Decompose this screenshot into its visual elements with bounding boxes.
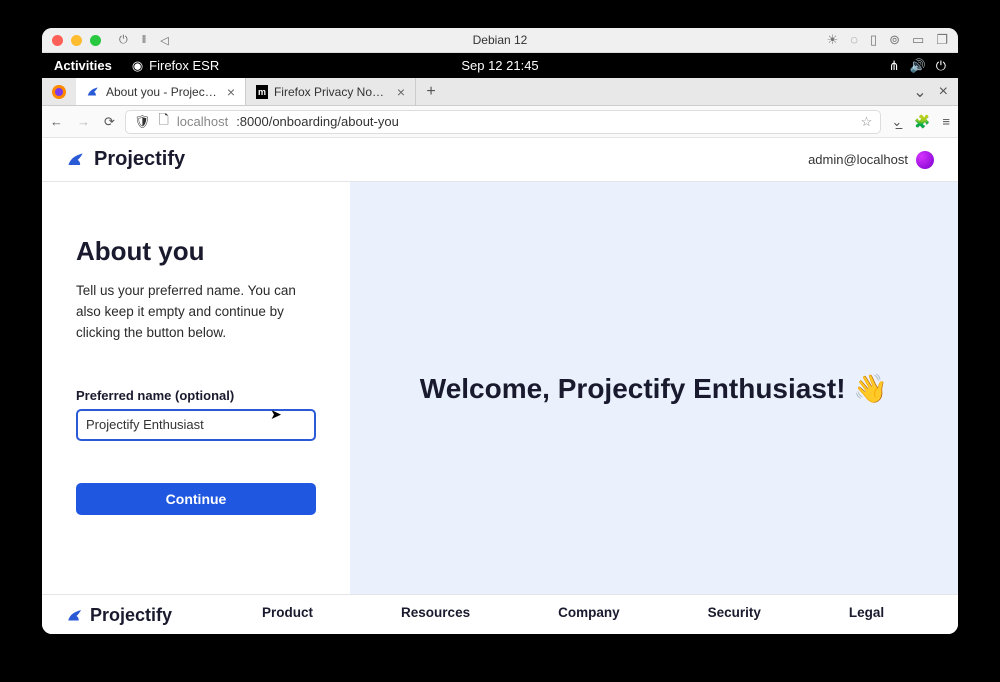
footer-brand-name: Projectify — [90, 605, 172, 626]
app-header: Projectify admin@localhost — [42, 138, 958, 182]
preferred-name-input[interactable] — [76, 409, 316, 441]
browser-tab-strip: About you - Projectify × m Firefox Priva… — [42, 78, 958, 106]
windows-icon: ❐ — [936, 32, 948, 48]
brand-logo[interactable]: Projectify — [66, 148, 185, 171]
url-host: localhost — [177, 114, 228, 129]
footer-link-legal[interactable]: Legal — [849, 605, 884, 620]
back-nav-icon: ◁ — [160, 34, 168, 47]
window-title-bar: ⏻ ‖ ◁ Debian 12 ☀ ◌ ▯ ⊚ ▭ ❐ — [42, 28, 958, 53]
footer-link-resources[interactable]: Resources — [401, 605, 470, 620]
app-icon: ⊚ — [889, 32, 900, 48]
extensions-icon[interactable]: 🧩 — [914, 114, 930, 130]
firefox-app-icon — [42, 78, 76, 105]
tab-label: Firefox Privacy Notice — — [274, 85, 387, 99]
avatar — [916, 151, 934, 169]
tab-about-you[interactable]: About you - Projectify × — [76, 78, 246, 105]
bookmark-star-icon[interactable]: ☆ — [861, 114, 873, 130]
mozilla-favicon-icon: m — [256, 85, 268, 99]
new-tab-button[interactable]: + — [416, 78, 446, 105]
footer-link-product[interactable]: Product — [262, 605, 313, 620]
bird-logo-icon — [66, 607, 84, 625]
clock-label[interactable]: Sep 12 21:45 — [461, 58, 538, 73]
bird-favicon-icon — [86, 85, 100, 99]
brand-name: Projectify — [94, 148, 185, 171]
welcome-heading: Welcome, Projectify Enthusiast! 👋 — [420, 372, 888, 405]
window-close-icon[interactable] — [52, 35, 63, 46]
folder-icon: ▭ — [912, 32, 924, 48]
pause-icon: ‖ — [142, 34, 147, 46]
footer-link-security[interactable]: Security — [708, 605, 761, 620]
activities-button[interactable]: Activities — [54, 58, 112, 73]
onboarding-form-panel: About you Tell us your preferred name. Y… — [42, 182, 350, 594]
window-minimize-icon[interactable] — [71, 35, 82, 46]
user-menu[interactable]: admin@localhost — [808, 151, 934, 169]
tabs-dropdown-icon[interactable]: ⌄ — [913, 82, 926, 102]
brightness-icon: ☀ — [827, 32, 839, 48]
tab-firefox-privacy[interactable]: m Firefox Privacy Notice — × — [246, 78, 416, 105]
browser-toolbar: ← → ⟳ 🛡 🗋 localhost :8000/onboarding/abou… — [42, 106, 958, 138]
os-distro-label: Debian 12 — [473, 33, 528, 47]
address-bar[interactable]: 🛡 🗋 localhost:8000/onboarding/about-you … — [125, 110, 881, 134]
current-app-label: Firefox ESR — [149, 58, 219, 73]
continue-button[interactable]: Continue — [76, 483, 316, 515]
forward-button: → — [77, 114, 90, 129]
bird-logo-icon — [66, 150, 86, 170]
site-footer: Projectify Product Resources Company Sec… — [42, 594, 958, 634]
footer-link-company[interactable]: Company — [558, 605, 620, 620]
welcome-panel: Welcome, Projectify Enthusiast! 👋 — [350, 182, 958, 594]
page-content: Projectify admin@localhost About you Tel… — [42, 138, 958, 634]
gnome-top-bar: Activities ◉ Firefox ESR Sep 12 21:45 ⋔ … — [42, 53, 958, 78]
loading-icon: ◌ — [850, 32, 858, 48]
window-maximize-icon[interactable] — [90, 35, 101, 46]
pocket-icon[interactable]: ⌄̲ — [891, 114, 902, 130]
back-button[interactable]: ← — [50, 114, 63, 129]
close-tab-icon[interactable]: × — [227, 84, 235, 100]
close-window-icon[interactable]: × — [939, 83, 948, 101]
user-email-label: admin@localhost — [808, 152, 908, 167]
reload-button[interactable]: ⟳ — [104, 114, 115, 130]
footer-brand[interactable]: Projectify — [66, 605, 172, 626]
hamburger-menu-icon[interactable]: ≡ — [942, 114, 950, 129]
network-icon[interactable]: ⋔ — [889, 58, 900, 74]
url-path: :8000/onboarding/about-you — [236, 114, 399, 129]
page-title: About you — [76, 236, 316, 267]
volume-icon[interactable]: 🔊 — [910, 58, 926, 74]
close-tab-icon[interactable]: × — [397, 84, 405, 100]
preferred-name-label: Preferred name (optional) — [76, 388, 316, 403]
shield-icon[interactable]: 🛡 — [134, 114, 151, 130]
tab-label: About you - Projectify — [106, 85, 217, 99]
current-app-indicator[interactable]: ◉ Firefox ESR — [132, 58, 219, 74]
firefox-icon: ◉ — [132, 58, 143, 74]
page-description: Tell us your preferred name. You can als… — [76, 281, 316, 344]
device-icon: ▯ — [870, 32, 877, 48]
site-info-icon[interactable]: 🗋 — [158, 111, 168, 133]
power-menu-icon[interactable]: ⏻ — [936, 58, 946, 74]
power-icon: ⏻ — [119, 34, 128, 47]
